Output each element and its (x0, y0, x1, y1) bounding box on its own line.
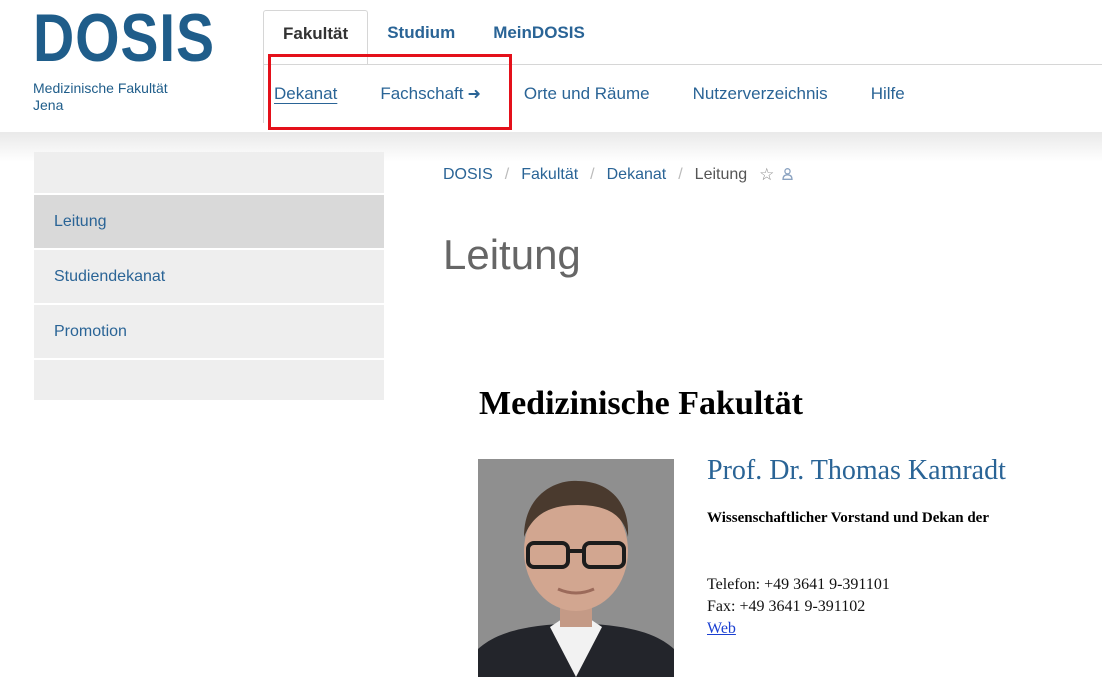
subnav-fachschaft-label: Fachschaft (380, 84, 464, 103)
logo-subtitle: Medizinische Fakultät Jena (33, 80, 168, 113)
arrow-right-icon: ➜ (467, 86, 481, 103)
main-navigation: Fakultät Studium MeinDOSIS Dekanat Fachs… (263, 10, 1102, 123)
web-link[interactable]: Web (707, 620, 736, 637)
top-tabs: Fakultät Studium MeinDOSIS (263, 10, 604, 64)
breadcrumb: DOSIS / Fakultät / Dekanat / Leitung ☆ (443, 165, 794, 185)
sub-navigation: Dekanat Fachschaft ➜ Orte und Räume Nutz… (263, 64, 1102, 123)
section-heading: Medizinische Fakultät (479, 385, 803, 422)
person-name[interactable]: Prof. Dr. Thomas Kamradt (707, 455, 1006, 487)
breadcrumb-dosis[interactable]: DOSIS (443, 166, 493, 184)
subnav-nutzerverzeichnis[interactable]: Nutzerverzeichnis (693, 84, 828, 104)
subnav-orte-und-raeume[interactable]: Orte und Räume (524, 84, 650, 104)
breadcrumb-separator: / (504, 166, 510, 183)
star-icon[interactable]: ☆ (759, 165, 774, 185)
sidebar-top (34, 152, 384, 193)
breadcrumb-fakultaet[interactable]: Fakultät (521, 166, 578, 184)
sidebar-bottom (34, 358, 384, 400)
contact-info: Telefon: +49 3641 9-391101 Fax: +49 3641… (707, 574, 890, 640)
subnav-fachschaft[interactable]: Fachschaft ➜ (380, 84, 481, 104)
sidebar-item-promotion[interactable]: Promotion (34, 303, 384, 358)
breadcrumb-dekanat[interactable]: Dekanat (607, 166, 667, 184)
logo[interactable]: DOSIS Medizinische Fakultät Jena (33, 0, 233, 114)
logo-wordmark: DOSIS (33, 0, 215, 76)
phone-number: Telefon: +49 3641 9-391101 (707, 576, 890, 593)
portrait-photo (478, 459, 674, 677)
page-title: Leitung (443, 231, 581, 278)
breadcrumb-separator: / (678, 166, 683, 183)
sidebar: Leitung Studiendekanat Promotion (34, 152, 384, 400)
breadcrumb-separator: / (590, 166, 595, 183)
fax-number: Fax: +49 3641 9-391102 (707, 598, 866, 615)
subnav-dekanat[interactable]: Dekanat (274, 84, 337, 104)
sidebar-item-leitung[interactable]: Leitung (34, 193, 384, 248)
tab-studium[interactable]: Studium (368, 10, 474, 56)
user-icon[interactable] (782, 167, 794, 183)
tab-meindosis[interactable]: MeinDOSIS (474, 10, 604, 56)
person-role: Wissenschaftlicher Vorstand und Dekan de… (707, 510, 989, 526)
sidebar-item-studiendekanat[interactable]: Studiendekanat (34, 248, 384, 303)
subnav-hilfe[interactable]: Hilfe (871, 84, 905, 104)
tab-fakultaet[interactable]: Fakultät (263, 10, 369, 64)
breadcrumb-current: Leitung (694, 166, 748, 183)
